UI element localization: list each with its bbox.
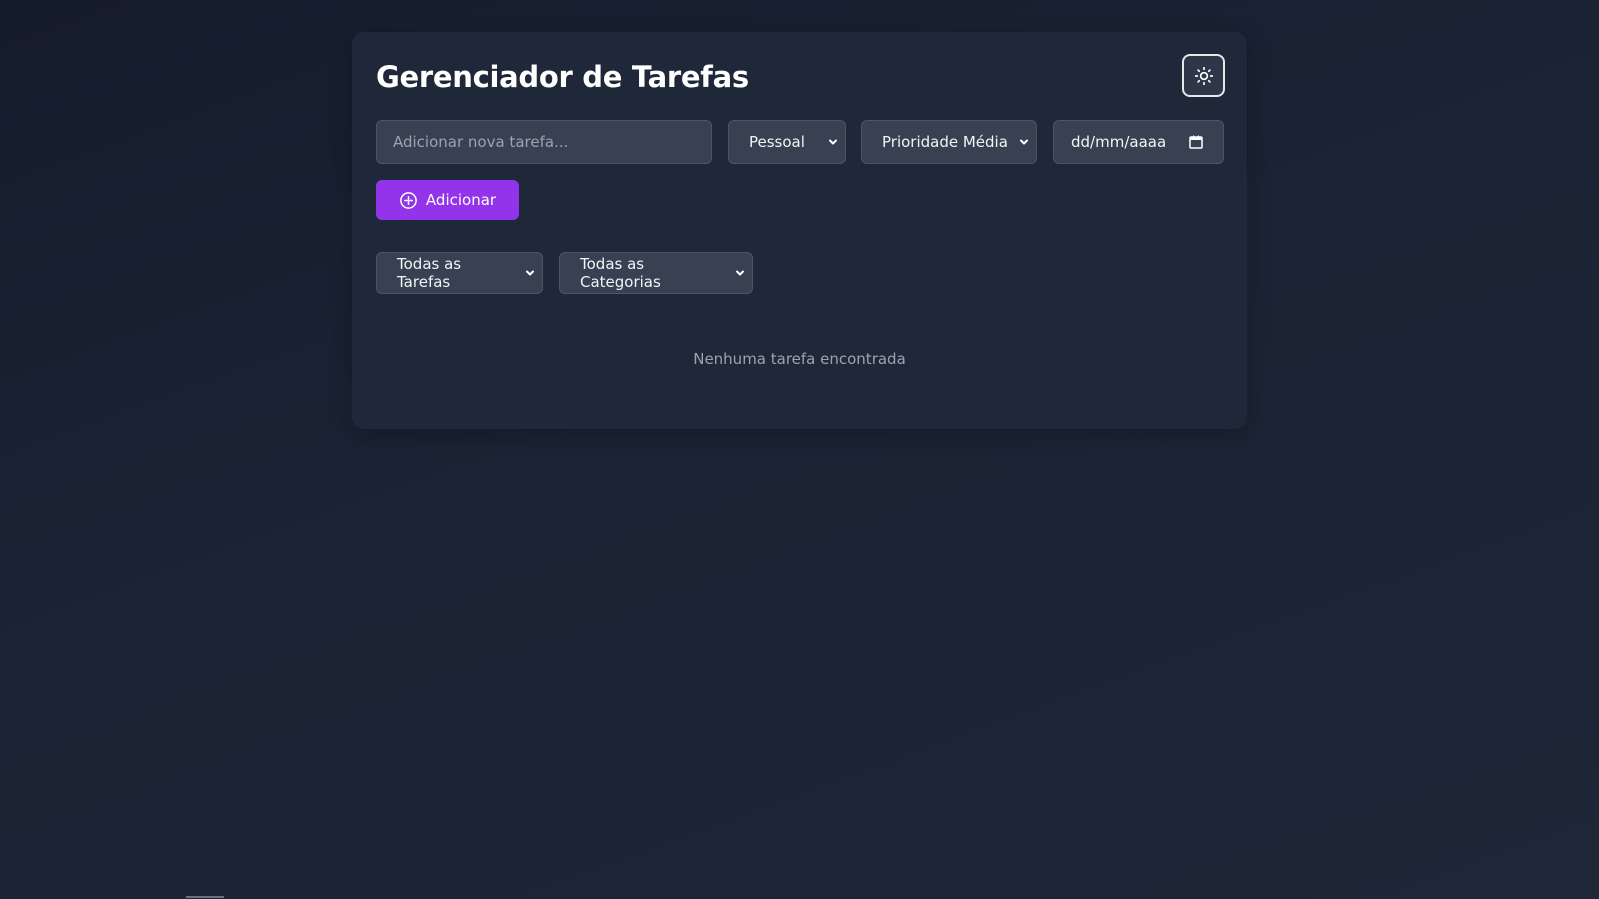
empty-list-message: Nenhuma tarefa encontrada bbox=[693, 350, 906, 368]
chevron-down-icon bbox=[829, 139, 837, 145]
category-select-value: Pessoal bbox=[749, 133, 805, 151]
priority-select-value: Prioridade Média bbox=[882, 133, 1008, 151]
add-task-button[interactable]: Adicionar bbox=[376, 180, 519, 220]
due-date-input[interactable]: dd/mm/aaaa bbox=[1053, 120, 1224, 164]
chevron-down-icon bbox=[736, 270, 744, 276]
status-filter-select[interactable]: Todas as Tarefas bbox=[376, 252, 543, 294]
new-task-input[interactable]: Adicionar nova tarefa... bbox=[376, 120, 712, 164]
status-filter-value: Todas as Tarefas bbox=[397, 255, 462, 291]
calendar-icon[interactable] bbox=[1189, 135, 1203, 149]
category-filter-select[interactable]: Todas as Categorias bbox=[559, 252, 753, 294]
new-task-placeholder: Adicionar nova tarefa... bbox=[393, 133, 569, 151]
sun-icon bbox=[1194, 66, 1213, 85]
priority-select[interactable]: Prioridade Média bbox=[861, 120, 1037, 164]
page-title: Gerenciador de Tarefas bbox=[376, 60, 749, 94]
due-date-placeholder: dd/mm/aaaa bbox=[1071, 133, 1167, 151]
bottom-divider bbox=[186, 896, 224, 898]
category-filter-value: Todas as Categorias bbox=[580, 255, 661, 291]
theme-toggle-button[interactable] bbox=[1182, 54, 1225, 97]
plus-circle-icon bbox=[400, 191, 417, 209]
add-task-label: Adicionar bbox=[425, 191, 497, 209]
category-select[interactable]: Pessoal bbox=[728, 120, 846, 164]
task-manager-card: Gerenciador de Tarefas Adicionar nova ta… bbox=[352, 32, 1247, 429]
chevron-down-icon bbox=[1020, 139, 1028, 145]
chevron-down-icon bbox=[526, 270, 534, 276]
